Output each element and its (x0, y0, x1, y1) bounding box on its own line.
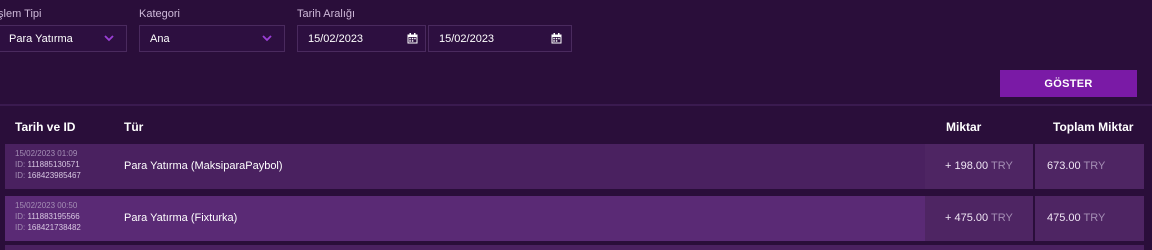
islem-tipi-label: İşlem Tipi (0, 8, 42, 20)
goster-button[interactable]: GÖSTER (1000, 70, 1137, 97)
islem-tipi-value: Para Yatırma (9, 32, 73, 45)
table-header: Tarih ve ID Tür Miktar Toplam Miktar (0, 111, 1152, 143)
row-amount-cell: + 198.00 TRY (925, 144, 1033, 189)
kategori-value: Ana (150, 32, 170, 45)
start-date-value: 15/02/2023 (308, 32, 364, 45)
table-row[interactable]: 15/02/2023 01:09 ID: 111885130571 ID: 16… (5, 144, 1144, 189)
row-id-2: ID: 168421738482 (15, 223, 81, 232)
row-type: Para Yatırma (MaksiparaPaybol) (124, 160, 283, 172)
row-main-cell: 15/02/2023 00:50 ID: 111883195566 ID: 16… (5, 196, 925, 241)
calendar-icon[interactable] (549, 32, 563, 46)
header-date-id: Tarih ve ID (15, 120, 76, 134)
chevron-down-icon (102, 32, 116, 46)
start-date-input[interactable]: 15/02/2023 (297, 25, 426, 52)
row-total-cell: 475.00 TRY (1035, 196, 1144, 241)
row-id-1: ID: 111885130571 (15, 160, 80, 169)
header-amount: Miktar (946, 120, 982, 134)
row-total-cell: 673.00 TRY (1035, 144, 1144, 189)
tarih-araligi-label: Tarih Aralığı (297, 8, 356, 20)
row-total: 673.00 TRY (1047, 160, 1106, 172)
table-row[interactable]: 15/02/2023 00:50 ID: 111883195566 ID: 16… (5, 196, 1144, 241)
kategori-label: Kategori (139, 8, 180, 20)
table-row-partial (5, 245, 1144, 250)
header-type: Tür (124, 120, 144, 134)
row-type: Para Yatırma (Fixturka) (124, 212, 238, 224)
row-amount-cell: + 475.00 TRY (925, 196, 1033, 241)
row-total: 475.00 TRY (1047, 212, 1106, 224)
row-meta: 15/02/2023 01:09 ID: 111885130571 ID: 16… (15, 148, 81, 181)
row-id-1: ID: 111883195566 (15, 212, 80, 221)
islem-tipi-select[interactable]: Para Yatırma (0, 25, 127, 52)
end-date-input[interactable]: 15/02/2023 (428, 25, 572, 52)
row-amount: + 475.00 TRY (945, 212, 1013, 224)
kategori-select[interactable]: Ana (139, 25, 285, 52)
divider (0, 104, 1152, 106)
row-id-2: ID: 168423985467 (15, 171, 81, 180)
row-datetime: 15/02/2023 00:50 (15, 201, 78, 210)
row-meta: 15/02/2023 00:50 ID: 111883195566 ID: 16… (15, 200, 81, 233)
row-amount: + 198.00 TRY (945, 160, 1013, 172)
chevron-down-icon (260, 32, 274, 46)
row-datetime: 15/02/2023 01:09 (15, 149, 78, 158)
calendar-icon[interactable] (405, 32, 419, 46)
row-main-cell: 15/02/2023 01:09 ID: 111885130571 ID: 16… (5, 144, 925, 189)
header-total: Toplam Miktar (1053, 120, 1134, 134)
end-date-value: 15/02/2023 (439, 32, 495, 45)
